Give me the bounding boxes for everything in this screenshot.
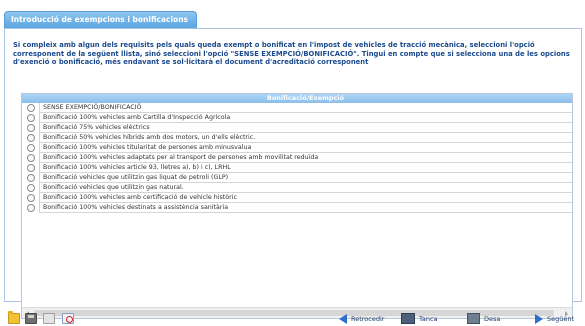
grid-icon[interactable] — [43, 313, 55, 324]
save-button[interactable]: Desa — [467, 312, 500, 325]
option-label: Bonificació vehicles que utilitzin gas n… — [39, 183, 572, 193]
option-row-minusvalua[interactable]: Bonificació 100% vehicles titularitat de… — [22, 143, 572, 153]
option-row-movilitat-reduida[interactable]: Bonificació 100% vehicles adaptats per a… — [22, 153, 572, 163]
bottom-toolbar: Retrocedir Tanca Desa Següent — [0, 310, 585, 326]
option-label: Bonificació 100% vehicles destinats a as… — [39, 203, 572, 213]
intro-text: Si compleix amb algun dels requisits pel… — [13, 41, 570, 67]
radio-button[interactable] — [27, 114, 35, 122]
option-label: Bonificació 100% vehicles titularitat de… — [39, 143, 572, 153]
radio-button[interactable] — [27, 104, 35, 112]
close-button-label: Tanca — [419, 314, 438, 323]
disk-icon — [467, 313, 480, 324]
radio-button[interactable] — [27, 124, 35, 132]
grid-header: Bonificació/Exempció — [22, 94, 572, 103]
folder-icon[interactable] — [8, 311, 20, 324]
option-label: SENSE EXEMPCIÓ/BONIFICACIÓ — [39, 103, 572, 113]
radio-button[interactable] — [27, 204, 35, 212]
arrow-left-icon — [339, 313, 347, 324]
radio-button[interactable] — [27, 134, 35, 142]
close-button[interactable]: Tanca — [401, 312, 438, 325]
radio-button[interactable] — [27, 164, 35, 172]
option-row-cartilla-agricola[interactable]: Bonificació 100% vehicles amb Cartilla d… — [22, 113, 572, 123]
option-label: Bonificació 100% vehicles amb Cartilla d… — [39, 113, 572, 123]
back-button[interactable]: Retrocedir — [339, 312, 384, 325]
option-label: Bonificació 50% vehicles híbrids amb dos… — [39, 133, 572, 143]
option-row-sanitaria[interactable]: Bonificació 100% vehicles destinats a as… — [22, 203, 572, 213]
option-row-glp[interactable]: Bonificació vehicles que utilitzin gas l… — [22, 173, 572, 183]
save-button-label: Desa — [484, 314, 501, 323]
options-grid: Bonificació/Exempció SENSE EXEMPCIÓ/BONI… — [21, 93, 573, 319]
radio-button[interactable] — [27, 144, 35, 152]
save-icon[interactable] — [25, 313, 37, 324]
main-panel: Si compleix amb algun dels requisits pel… — [4, 28, 582, 319]
option-row-article-93[interactable]: Bonificació 100% vehicles article 93, ll… — [22, 163, 572, 173]
next-button-label: Següent — [547, 314, 575, 323]
option-label: Bonificació 100% vehicles adaptats per a… — [39, 153, 572, 163]
option-row-historic[interactable]: Bonificació 100% vehicles amb certificac… — [22, 193, 572, 203]
pdf-icon[interactable] — [62, 313, 74, 324]
option-row-hibrids[interactable]: Bonificació 50% vehicles híbrids amb dos… — [22, 133, 572, 143]
grid-header-label: Bonificació/Exempció — [266, 94, 345, 102]
option-label: Bonificació vehicles que utilitzin gas l… — [39, 173, 572, 183]
close-window-icon — [401, 313, 415, 324]
grid-header-radio-cell — [22, 94, 39, 103]
next-button[interactable]: Següent — [535, 312, 574, 325]
option-label: Bonificació 75% vehicles elèctrics — [39, 123, 572, 133]
option-label: Bonificació 100% vehicles amb certificac… — [39, 193, 572, 203]
option-row-electrics[interactable]: Bonificació 75% vehicles elèctrics — [22, 123, 572, 133]
radio-button[interactable] — [27, 154, 35, 162]
radio-button[interactable] — [27, 174, 35, 182]
back-button-label: Retrocedir — [351, 314, 385, 323]
option-row-gas-natural[interactable]: Bonificació vehicles que utilitzin gas n… — [22, 183, 572, 193]
radio-button[interactable] — [27, 194, 35, 202]
option-label: Bonificació 100% vehicles article 93, ll… — [39, 163, 572, 173]
tab-introduccio[interactable]: Introducció de exempcions i bonificacion… — [4, 11, 197, 28]
arrow-right-icon — [535, 313, 543, 324]
radio-button[interactable] — [27, 184, 35, 192]
option-row-sense[interactable]: SENSE EXEMPCIÓ/BONIFICACIÓ — [22, 103, 572, 113]
